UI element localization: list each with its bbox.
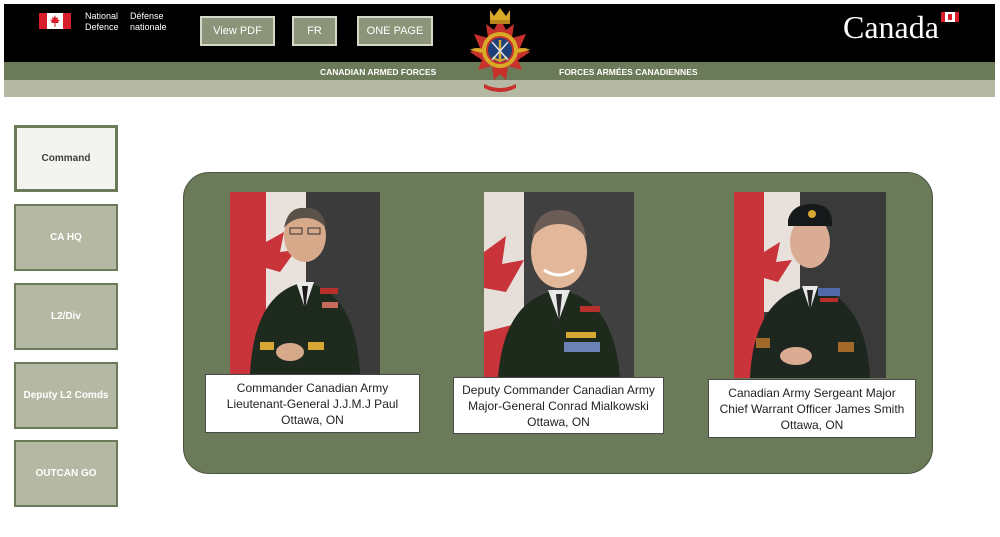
leader-title: Canadian Army Sergeant Major: [728, 385, 896, 400]
deputy-commander-caption: Deputy Commander Canadian Army Major-Gen…: [453, 377, 664, 434]
sergeant-major-caption: Canadian Army Sergeant Major Chief Warra…: [708, 379, 916, 438]
department-name-fr: Défense nationale: [130, 11, 167, 32]
sergeant-major-portrait: [734, 192, 886, 378]
view-pdf-button[interactable]: View PDF: [200, 16, 275, 46]
canada-flag-icon: [39, 13, 71, 29]
canada-wordmark-flag-icon: [941, 12, 959, 22]
leader-location: Ottawa, ON: [281, 412, 344, 427]
canada-wordmark: Canada: [843, 9, 939, 45]
leader-location: Ottawa, ON: [527, 414, 590, 429]
leader-name: Chief Warrant Officer James Smith: [719, 401, 905, 416]
leader-title: Deputy Commander Canadian Army: [462, 382, 655, 397]
caf-crest-icon: [470, 8, 530, 92]
sidebar-item-deputy-l2-comds[interactable]: Deputy L2 Comds: [14, 362, 118, 429]
department-name-en: National Defence: [85, 11, 119, 32]
band-title-fr: FORCES ARMÉES CANADIENNES: [559, 67, 698, 77]
sidebar-item-outcan-go[interactable]: OUTCAN GO: [14, 440, 118, 507]
sidebar-item-ca-hq[interactable]: CA HQ: [14, 204, 118, 271]
one-page-button[interactable]: ONE PAGE: [357, 16, 433, 46]
leader-name: Lieutenant-General J.J.M.J Paul: [226, 396, 399, 411]
leader-location: Ottawa, ON: [780, 417, 844, 432]
french-language-button[interactable]: FR: [292, 16, 337, 46]
leader-name: Major-General Conrad Mialkowski: [468, 398, 649, 413]
sidebar-item-l2-div[interactable]: L2/Div: [14, 283, 118, 350]
commander-caption: Commander Canadian Army Lieutenant-Gener…: [205, 374, 420, 433]
sidebar-item-command[interactable]: Command: [14, 125, 118, 192]
deputy-commander-portrait: [484, 192, 634, 378]
band-title-en: CANADIAN ARMED FORCES: [320, 67, 437, 77]
leader-title: Commander Canadian Army: [236, 380, 389, 395]
page: National Defence Défense nationale View …: [0, 0, 1000, 537]
commander-portrait: [230, 192, 380, 374]
